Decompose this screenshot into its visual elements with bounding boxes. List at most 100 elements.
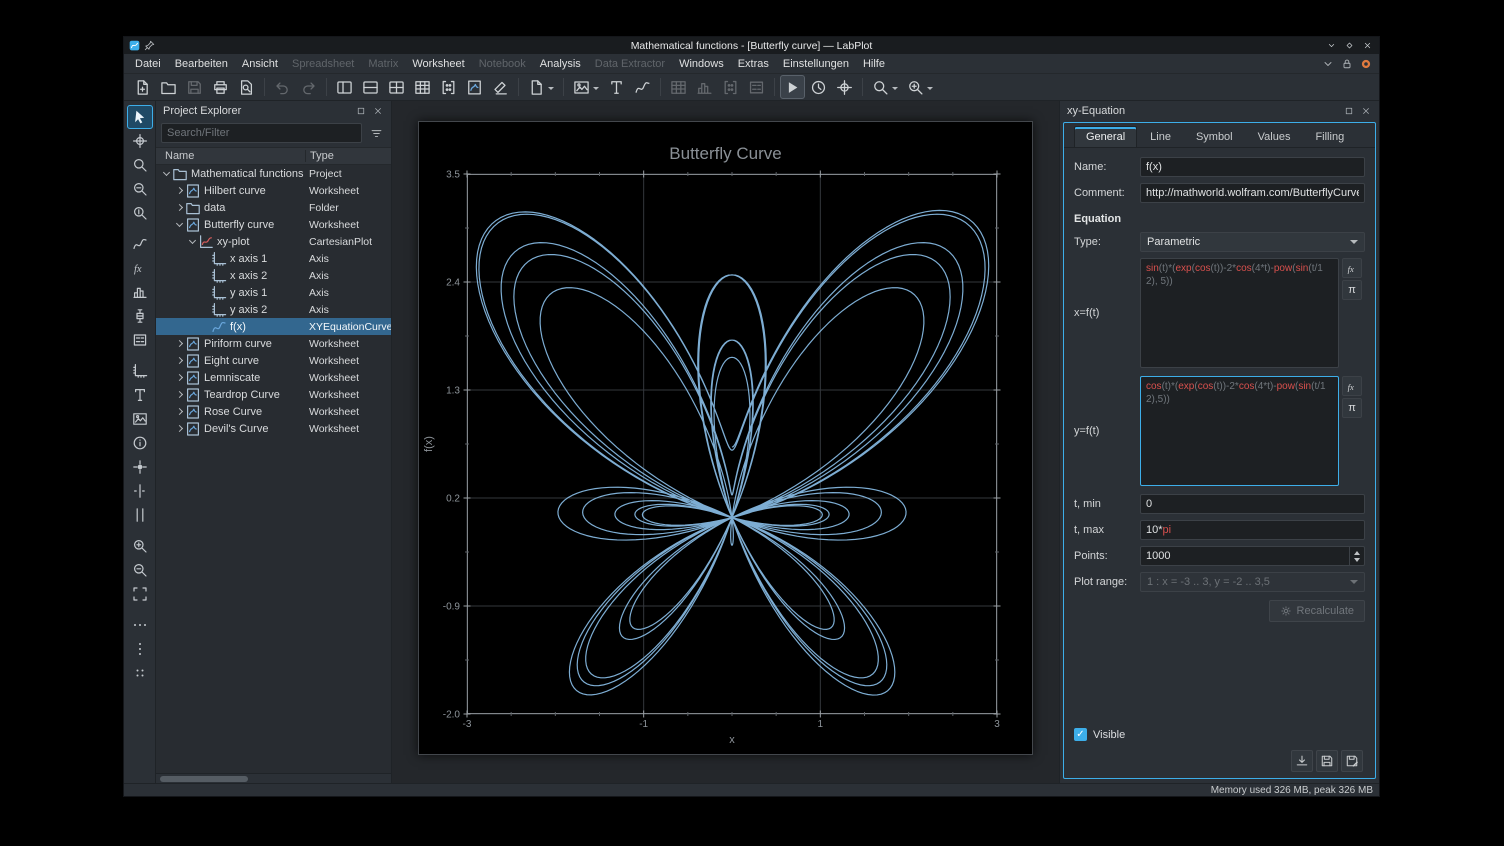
plot-page[interactable]: Butterfly Curve -3-1133.52.41.30.2-0.9-2… xyxy=(418,121,1033,755)
save-definition-button[interactable] xyxy=(1316,750,1338,772)
collapse-toolbar-icon[interactable] xyxy=(1321,57,1335,71)
horizontal-scrollbar[interactable] xyxy=(156,773,391,783)
tree-row-devil-s-curve[interactable]: Devil's CurveWorksheet xyxy=(156,420,391,437)
tree-row-x-axis-1[interactable]: x axis 1Axis xyxy=(156,250,391,267)
add-reference-range-button[interactable] xyxy=(127,503,153,527)
add-text-label-button[interactable] xyxy=(604,75,629,99)
expander-icon[interactable] xyxy=(173,392,185,397)
import-definition-button[interactable] xyxy=(1291,750,1313,772)
tab-values[interactable]: Values xyxy=(1246,126,1303,147)
add-reference-line-button[interactable] xyxy=(127,479,153,503)
add-text-label-button[interactable] xyxy=(127,383,153,407)
recalculate-button[interactable]: Recalculate xyxy=(1269,600,1365,622)
expander-icon[interactable] xyxy=(173,426,185,431)
titlebar[interactable]: Mathematical functions - [Butterfly curv… xyxy=(124,37,1379,54)
tree-row-data[interactable]: dataFolder xyxy=(156,199,391,216)
zoom-y-select-mode-button[interactable] xyxy=(127,201,153,225)
menu-data-extractor[interactable]: Data Extractor xyxy=(588,56,672,72)
tree-row-y-axis-1[interactable]: y axis 1Axis xyxy=(156,284,391,301)
menu-notebook[interactable]: Notebook xyxy=(472,56,533,72)
close-panel-button[interactable] xyxy=(371,105,384,118)
tmin-input[interactable] xyxy=(1140,494,1365,514)
print-preview-button[interactable] xyxy=(234,75,259,99)
close-panel-button[interactable] xyxy=(1359,105,1372,118)
menu-worksheet[interactable]: Worksheet xyxy=(405,56,471,72)
zoom-out-button[interactable] xyxy=(127,558,153,582)
menu-bearbeiten[interactable]: Bearbeiten xyxy=(168,56,235,72)
tree-row-mathematical-functions[interactable]: Mathematical functionsProject xyxy=(156,165,391,182)
new-project-button[interactable] xyxy=(130,75,155,99)
tab-filling[interactable]: Filling xyxy=(1303,126,1356,147)
tree-row-y-axis-2[interactable]: y axis 2Axis xyxy=(156,301,391,318)
add-boxplot-button[interactable] xyxy=(127,304,153,328)
expander-icon[interactable] xyxy=(173,375,185,380)
tile-windows-button[interactable] xyxy=(332,75,357,99)
add-image-button[interactable] xyxy=(127,407,153,431)
new-plot-button[interactable] xyxy=(569,75,603,99)
expander-icon[interactable] xyxy=(186,240,198,243)
expander-icon[interactable] xyxy=(173,409,185,414)
scrollbar-thumb[interactable] xyxy=(160,776,248,782)
new-datasource-button[interactable] xyxy=(524,75,558,99)
spin-down-button[interactable] xyxy=(1350,556,1364,565)
add-curve-button[interactable] xyxy=(127,232,153,256)
expander-icon[interactable] xyxy=(173,188,185,193)
spin-up-button[interactable] xyxy=(1350,547,1364,556)
expander-icon[interactable] xyxy=(173,341,185,346)
tree-row-lemniscate[interactable]: LemniscateWorksheet xyxy=(156,369,391,386)
select-mode-button[interactable] xyxy=(127,105,153,129)
type-combobox[interactable]: Parametric xyxy=(1140,232,1365,252)
float-panel-button[interactable] xyxy=(1342,105,1355,118)
search-input[interactable] xyxy=(161,123,362,143)
zoom-x-select-mode-button[interactable] xyxy=(127,177,153,201)
tree-row-f-x[interactable]: f(x)XYEquationCurve xyxy=(156,318,391,335)
functions-button[interactable]: fx xyxy=(1342,258,1362,278)
add-custom-point-button[interactable] xyxy=(127,455,153,479)
menu-windows[interactable]: Windows xyxy=(672,56,731,72)
tree-row-xy-plot[interactable]: xy-plotCartesianPlot xyxy=(156,233,391,250)
start-pause-button[interactable] xyxy=(780,75,805,99)
new-matrix-button[interactable] xyxy=(436,75,461,99)
x-equation-input[interactable]: sin(t)*(exp(cos(t))-2*cos(4*t)-pow(sin(t… xyxy=(1140,258,1339,368)
column-header-name[interactable]: Name xyxy=(156,150,305,162)
plot-canvas[interactable]: -3-1133.52.41.30.2-0.9-2.0 xyxy=(467,174,997,714)
points-spinbox[interactable] xyxy=(1140,546,1365,566)
y-equation-input[interactable]: cos(t)*(exp(cos(t))-2*cos(4*t)-pow(sin(t… xyxy=(1140,376,1339,486)
add-info-element-button[interactable] xyxy=(127,431,153,455)
tree-column-headers[interactable]: Name Type xyxy=(156,147,391,165)
menu-matrix[interactable]: Matrix xyxy=(361,56,405,72)
menu-hilfe[interactable]: Hilfe xyxy=(856,56,892,72)
tab-general[interactable]: General xyxy=(1074,126,1137,147)
cursor-tool-button[interactable] xyxy=(832,75,857,99)
maximize-button[interactable] xyxy=(1342,39,1356,53)
clear-worksheet-button[interactable] xyxy=(488,75,513,99)
menu-spreadsheet[interactable]: Spreadsheet xyxy=(285,56,361,72)
print-button[interactable] xyxy=(208,75,233,99)
split-view-button[interactable] xyxy=(384,75,409,99)
tree-row-rose-curve[interactable]: Rose CurveWorksheet xyxy=(156,403,391,420)
close-button[interactable] xyxy=(1360,39,1374,53)
add-equation-curve-button[interactable]: fx xyxy=(127,256,153,280)
shade-button[interactable] xyxy=(1324,39,1338,53)
zoom-in-button[interactable] xyxy=(127,534,153,558)
add-histogram-button[interactable] xyxy=(127,280,153,304)
menu-ansicht[interactable]: Ansicht xyxy=(235,56,285,72)
name-input[interactable] xyxy=(1140,157,1365,177)
timed-update-button[interactable] xyxy=(806,75,831,99)
menu-datei[interactable]: Datei xyxy=(128,56,168,72)
expander-icon[interactable] xyxy=(173,358,185,363)
constants-button[interactable]: π xyxy=(1342,280,1362,300)
tree-row-butterfly-curve[interactable]: Butterfly curveWorksheet xyxy=(156,216,391,233)
column-header-type[interactable]: Type xyxy=(305,150,391,162)
dock-header[interactable]: xy-Equation xyxy=(1060,101,1379,121)
float-panel-button[interactable] xyxy=(354,105,367,118)
new-spreadsheet-button[interactable] xyxy=(410,75,435,99)
lock-toolbars-icon[interactable] xyxy=(1340,57,1354,71)
new-worksheet-button[interactable] xyxy=(462,75,487,99)
magnification-button[interactable] xyxy=(903,75,937,99)
constants-button[interactable]: π xyxy=(1342,398,1362,418)
tree-row-hilbert-curve[interactable]: Hilbert curveWorksheet xyxy=(156,182,391,199)
menu-extras[interactable]: Extras xyxy=(731,56,776,72)
tmax-input[interactable]: 10*pi xyxy=(1140,520,1365,540)
functions-button[interactable]: fx xyxy=(1342,376,1362,396)
